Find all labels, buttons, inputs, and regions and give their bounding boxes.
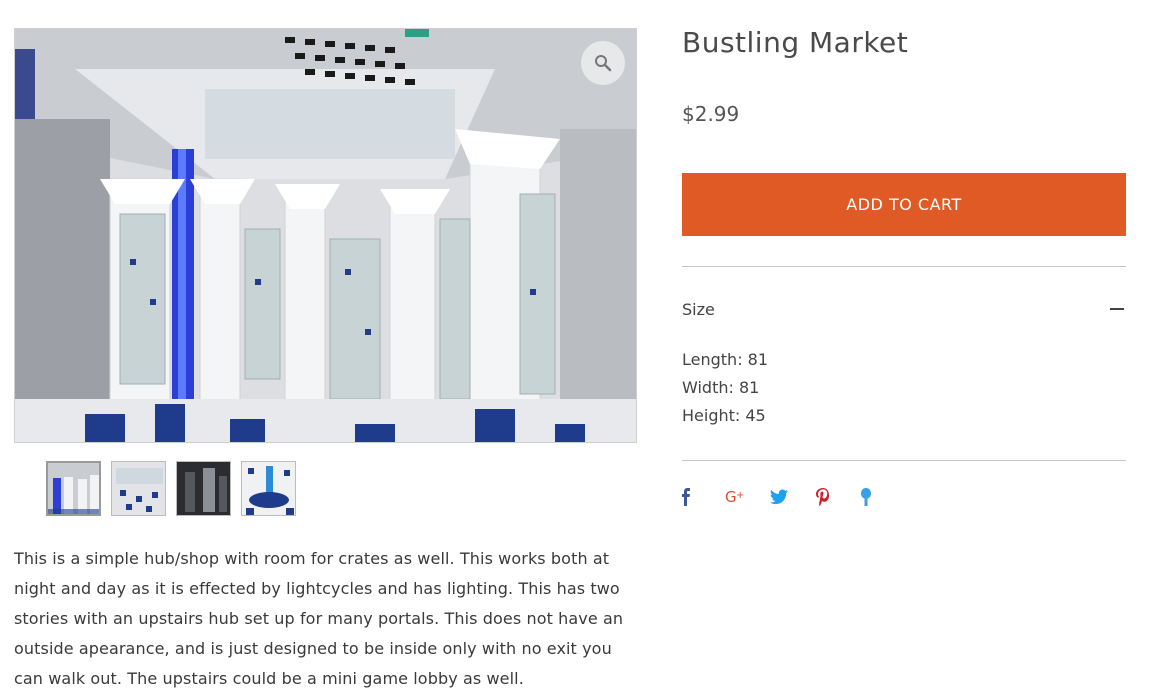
thumbnail-3[interactable] — [176, 461, 231, 516]
minus-icon — [1110, 308, 1124, 310]
facebook-share-link[interactable] — [680, 484, 725, 510]
svg-text:G: G — [725, 488, 737, 506]
share-bar: G + — [680, 484, 905, 510]
thumbnail-4[interactable] — [241, 461, 296, 516]
size-length: Length: 81 — [682, 350, 769, 369]
info-section-title: Size — [682, 299, 715, 319]
magnifier-icon — [595, 55, 612, 72]
product-main-image[interactable] — [14, 28, 637, 443]
twitter-share-link[interactable] — [770, 484, 815, 510]
google-plus-share-link[interactable]: G + — [725, 484, 770, 510]
divider — [682, 266, 1126, 267]
divider — [682, 460, 1126, 461]
size-details: Length: 81 Width: 81 Height: 45 — [682, 346, 768, 430]
fancy-share-link[interactable] — [860, 484, 905, 510]
product-price: $2.99 — [682, 102, 740, 126]
product-description: This is a simple hub/shop with room for … — [14, 549, 624, 688]
pinterest-share-link[interactable] — [815, 484, 860, 510]
size-height: Height: 45 — [682, 406, 766, 425]
fancy-icon — [861, 488, 871, 506]
size-width: Width: 81 — [682, 378, 760, 397]
pinterest-icon — [816, 488, 829, 506]
google-plus-icon: G + — [725, 488, 744, 506]
thumbnail-strip — [46, 461, 296, 516]
size-section-toggle[interactable]: Size — [682, 296, 1126, 322]
thumbnail-1[interactable] — [46, 461, 101, 516]
svg-text:+: + — [736, 490, 744, 501]
facebook-icon — [682, 488, 690, 506]
twitter-icon — [770, 489, 788, 505]
zoom-button[interactable] — [581, 41, 625, 85]
product-title: Bustling Market — [682, 26, 909, 59]
add-to-cart-button[interactable]: ADD TO CART — [682, 173, 1126, 236]
thumbnail-2[interactable] — [111, 461, 166, 516]
